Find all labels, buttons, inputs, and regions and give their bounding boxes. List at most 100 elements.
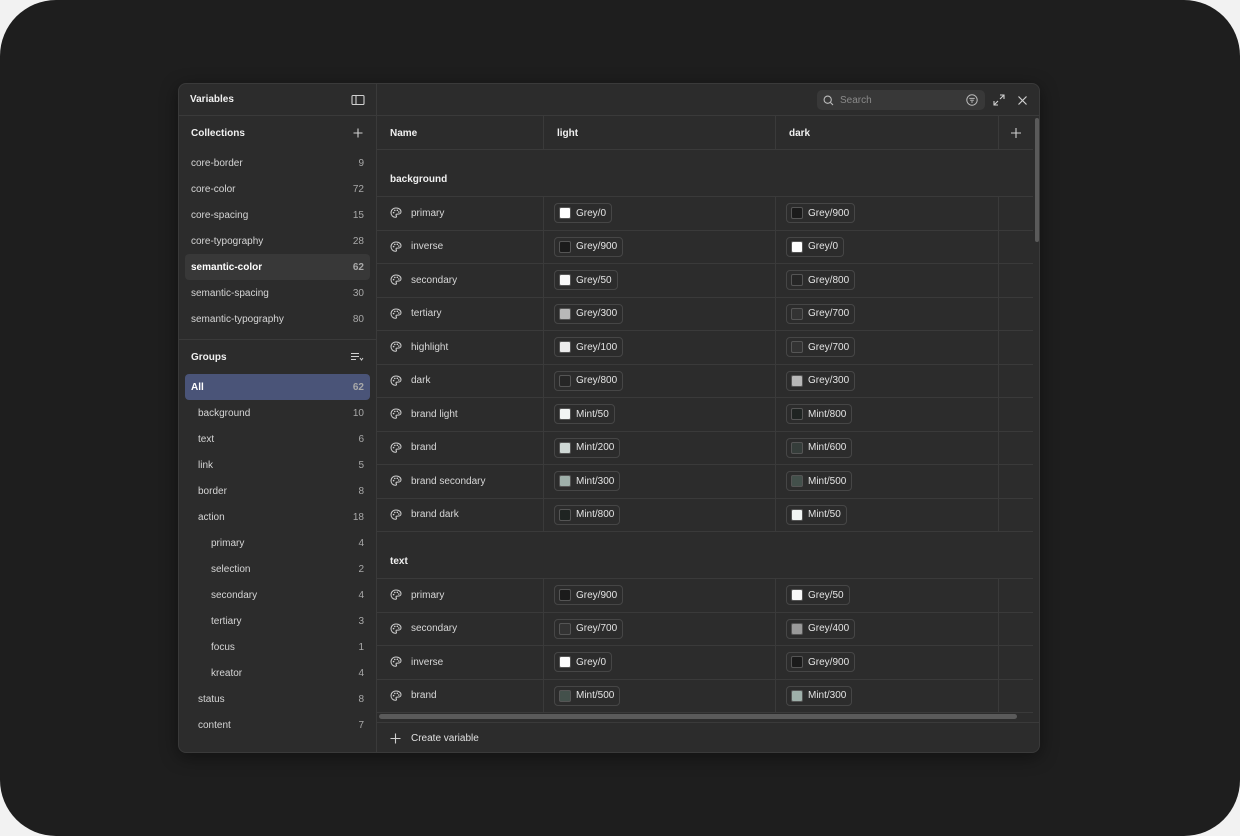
color-value-pill[interactable]: Grey/900 (786, 203, 856, 224)
name-cell[interactable]: brand secondary (377, 465, 544, 498)
variable-row[interactable]: brand secondary Mint/300 Mint/500 (377, 465, 1033, 499)
variable-row[interactable]: dark Grey/800 Grey/300 (377, 364, 1033, 398)
light-value-cell[interactable]: Grey/100 (544, 331, 776, 364)
expand-icon[interactable] (991, 92, 1007, 108)
color-value-pill[interactable]: Grey/400 (786, 618, 856, 639)
light-value-cell[interactable]: Grey/50 (544, 264, 776, 297)
light-value-cell[interactable]: Mint/200 (544, 431, 776, 464)
light-value-cell[interactable]: Mint/500 (544, 679, 776, 712)
group-item[interactable]: secondary 4 (185, 582, 370, 608)
group-item[interactable]: All 62 (185, 374, 370, 400)
column-header-light[interactable]: light (544, 116, 776, 150)
search-input[interactable] (840, 94, 960, 106)
variable-row[interactable]: primary Grey/900 Grey/50 (377, 579, 1033, 613)
add-mode-button[interactable] (999, 116, 1033, 150)
group-item[interactable]: status 8 (185, 686, 370, 712)
dark-value-cell[interactable]: Grey/800 (776, 264, 999, 297)
group-item[interactable]: kreator 4 (185, 660, 370, 686)
group-item[interactable]: action 18 (185, 504, 370, 530)
name-cell[interactable]: highlight (377, 331, 544, 364)
color-value-pill[interactable]: Mint/600 (786, 437, 853, 458)
color-value-pill[interactable]: Grey/700 (786, 303, 856, 324)
column-header-dark[interactable]: dark (776, 116, 999, 150)
name-cell[interactable]: secondary (377, 264, 544, 297)
collection-item[interactable]: semantic-spacing 30 (185, 280, 370, 306)
name-cell[interactable]: primary (377, 197, 544, 230)
dark-value-cell[interactable]: Grey/50 (776, 579, 999, 612)
light-value-cell[interactable]: Grey/900 (544, 579, 776, 612)
color-value-pill[interactable]: Grey/100 (554, 337, 624, 358)
light-value-cell[interactable]: Grey/0 (544, 646, 776, 679)
dark-value-cell[interactable]: Mint/600 (776, 431, 999, 464)
collection-item[interactable]: semantic-color 62 (185, 254, 370, 280)
group-item[interactable]: tertiary 3 (185, 608, 370, 634)
dark-value-cell[interactable]: Grey/0 (776, 230, 999, 263)
variable-row[interactable]: brand light Mint/50 Mint/800 (377, 398, 1033, 432)
dark-value-cell[interactable]: Grey/900 (776, 197, 999, 230)
dark-value-cell[interactable]: Mint/300 (776, 679, 999, 712)
group-item[interactable]: primary 4 (185, 530, 370, 556)
light-value-cell[interactable]: Grey/0 (544, 197, 776, 230)
color-value-pill[interactable]: Mint/300 (554, 471, 621, 492)
color-value-pill[interactable]: Grey/0 (786, 236, 845, 257)
variable-row[interactable]: brand Mint/200 Mint/600 (377, 431, 1033, 465)
color-value-pill[interactable]: Grey/300 (786, 370, 856, 391)
name-cell[interactable]: dark (377, 364, 544, 397)
dark-value-cell[interactable]: Mint/50 (776, 498, 999, 531)
dark-value-cell[interactable]: Grey/300 (776, 364, 999, 397)
dark-value-cell[interactable]: Grey/700 (776, 297, 999, 330)
color-value-pill[interactable]: Grey/50 (786, 585, 850, 606)
color-value-pill[interactable]: Mint/800 (554, 504, 621, 525)
variable-row[interactable]: tertiary Grey/300 Grey/700 (377, 297, 1033, 331)
variable-row[interactable]: inverse Grey/900 Grey/0 (377, 230, 1033, 264)
group-item[interactable]: link 5 (185, 452, 370, 478)
group-item[interactable]: focus 1 (185, 634, 370, 660)
color-value-pill[interactable]: Mint/200 (554, 437, 621, 458)
name-cell[interactable]: brand dark (377, 498, 544, 531)
color-value-pill[interactable]: Grey/0 (554, 652, 613, 673)
color-value-pill[interactable]: Grey/700 (786, 337, 856, 358)
variable-row[interactable]: brand dark Mint/800 Mint/50 (377, 498, 1033, 532)
group-item[interactable]: content 7 (185, 712, 370, 738)
group-item[interactable]: text 6 (185, 426, 370, 452)
name-cell[interactable]: brand (377, 431, 544, 464)
variable-row[interactable]: primary Grey/0 Grey/900 (377, 197, 1033, 231)
dark-value-cell[interactable]: Grey/400 (776, 612, 999, 645)
group-item[interactable]: selection 2 (185, 556, 370, 582)
close-icon[interactable] (1014, 92, 1030, 108)
light-value-cell[interactable]: Mint/800 (544, 498, 776, 531)
create-variable-button[interactable]: Create variable (377, 722, 1039, 752)
color-value-pill[interactable]: Grey/900 (554, 236, 624, 257)
light-value-cell[interactable]: Mint/300 (544, 465, 776, 498)
color-value-pill[interactable]: Grey/900 (554, 585, 624, 606)
color-value-pill[interactable]: Grey/300 (554, 303, 624, 324)
light-value-cell[interactable]: Grey/800 (544, 364, 776, 397)
light-value-cell[interactable]: Mint/50 (544, 398, 776, 431)
name-cell[interactable]: primary (377, 579, 544, 612)
filter-icon[interactable] (966, 94, 978, 106)
group-item[interactable]: background 10 (185, 400, 370, 426)
color-value-pill[interactable]: Mint/300 (786, 685, 853, 706)
dark-value-cell[interactable]: Mint/500 (776, 465, 999, 498)
color-value-pill[interactable]: Grey/0 (554, 203, 613, 224)
color-value-pill[interactable]: Grey/700 (554, 618, 624, 639)
name-cell[interactable]: inverse (377, 646, 544, 679)
variable-row[interactable]: inverse Grey/0 Grey/900 (377, 646, 1033, 680)
add-collection-icon[interactable] (352, 127, 364, 139)
horizontal-scrollbar[interactable] (379, 714, 1017, 719)
variable-row[interactable]: brand Mint/500 Mint/300 (377, 679, 1033, 713)
variable-row[interactable]: secondary Grey/700 Grey/400 (377, 612, 1033, 646)
collection-item[interactable]: semantic-typography 80 (185, 306, 370, 332)
collection-item[interactable]: core-spacing 15 (185, 202, 370, 228)
color-value-pill[interactable]: Grey/800 (554, 370, 624, 391)
variable-row[interactable]: highlight Grey/100 Grey/700 (377, 331, 1033, 365)
name-cell[interactable]: secondary (377, 612, 544, 645)
collection-item[interactable]: core-border 9 (185, 150, 370, 176)
toggle-sidebar-icon[interactable] (351, 94, 365, 106)
dark-value-cell[interactable]: Grey/700 (776, 331, 999, 364)
name-cell[interactable]: tertiary (377, 297, 544, 330)
color-value-pill[interactable]: Grey/900 (786, 652, 856, 673)
vertical-scrollbar[interactable] (1035, 118, 1039, 242)
light-value-cell[interactable]: Grey/700 (544, 612, 776, 645)
color-value-pill[interactable]: Grey/50 (554, 270, 618, 291)
